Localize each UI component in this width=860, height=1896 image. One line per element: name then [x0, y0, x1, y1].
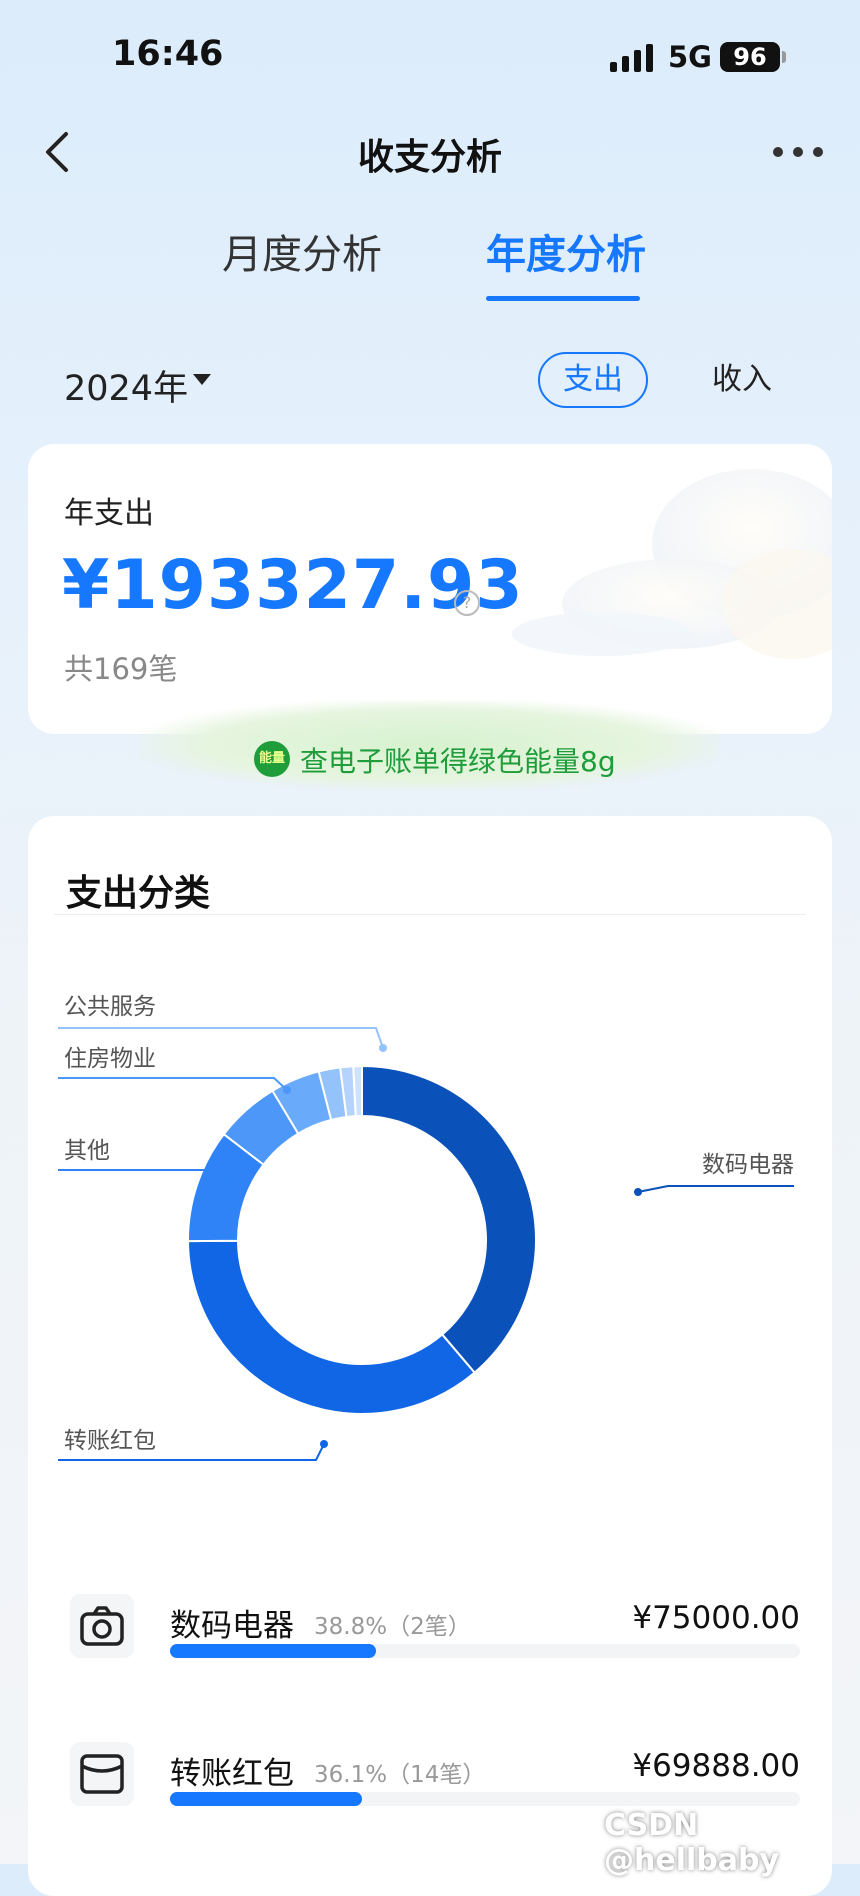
- cloud-illustration: [512, 469, 832, 659]
- leader-line: [58, 1027, 384, 1049]
- more-icon[interactable]: [770, 138, 826, 166]
- tab-monthly[interactable]: 月度分析: [222, 222, 382, 280]
- leader-dot: [226, 1176, 234, 1184]
- list-item-name[interactable]: 数码电器: [170, 1600, 294, 1645]
- network-label: 5G: [668, 40, 712, 74]
- list-item-meta: 38.8%（2笔）: [314, 1614, 471, 1640]
- leader-line: [637, 1185, 794, 1193]
- list-item-name[interactable]: 转账红包: [170, 1748, 294, 1793]
- list-item-amount: ¥75000.00: [632, 1600, 800, 1636]
- leader-dot: [320, 1440, 328, 1448]
- list-item-bar-fill: [170, 1792, 362, 1806]
- slice-label: 住房物业: [64, 1046, 156, 1072]
- green-energy-icon[interactable]: 能量: [254, 741, 290, 777]
- expense-toggle[interactable]: 支出: [538, 352, 648, 408]
- tab-yearly[interactable]: 年度分析: [486, 222, 646, 280]
- help-icon[interactable]: ?: [454, 590, 480, 616]
- slice-label: 公共服务: [64, 994, 156, 1020]
- year-selector[interactable]: 2024年: [64, 360, 188, 411]
- energy-link[interactable]: 查电子账单得绿色能量8g: [300, 740, 616, 780]
- list-item-bar-track: [170, 1644, 800, 1658]
- page-title: 收支分析: [357, 137, 502, 178]
- list-item-bar-track: [170, 1792, 800, 1806]
- wallet-icon: [70, 1742, 134, 1806]
- battery-icon: 96: [720, 42, 780, 72]
- summary-card[interactable]: 年支出 ¥193327.93 ? 共169笔: [28, 444, 832, 734]
- caret-down-icon[interactable]: [193, 374, 211, 385]
- leader-dot: [634, 1188, 642, 1196]
- tab-indicator: [486, 296, 640, 301]
- leader-dot: [379, 1044, 387, 1052]
- annual-expense-label: 年支出: [64, 496, 154, 531]
- battery-tip: [782, 51, 786, 63]
- annual-expense-amount: ¥193327.93: [62, 546, 524, 625]
- transaction-count: 共169笔: [64, 652, 178, 686]
- slice-label: 其他: [64, 1138, 110, 1164]
- camera-icon: [70, 1594, 134, 1658]
- donut-slice[interactable]: [361, 1064, 537, 1375]
- slice-label: 转账红包: [64, 1428, 156, 1454]
- leader-line: [58, 1077, 288, 1091]
- watermark: CSDN @hellbaby: [604, 1808, 780, 1878]
- signal-icon: [610, 44, 653, 72]
- status-time: 16:46: [112, 34, 224, 74]
- donut-slice[interactable]: [352, 1064, 363, 1118]
- list-item-amount: ¥69888.00: [632, 1748, 800, 1784]
- category-donut-chart[interactable]: 数码电器转账红包其他住房物业公共服务: [28, 816, 832, 1896]
- income-toggle[interactable]: 收入: [712, 354, 772, 406]
- list-item-meta: 36.1%（14笔）: [314, 1762, 486, 1788]
- slice-label: 数码电器: [702, 1152, 794, 1178]
- donut-slice[interactable]: [186, 1239, 476, 1415]
- category-card: 支出分类 数码电器 转账红包 其他 住房物业 公共服务 数码电器 38.8%（2笔） ¥…: [28, 816, 832, 1896]
- leader-dot: [283, 1086, 291, 1094]
- list-item-bar-fill: [170, 1644, 376, 1658]
